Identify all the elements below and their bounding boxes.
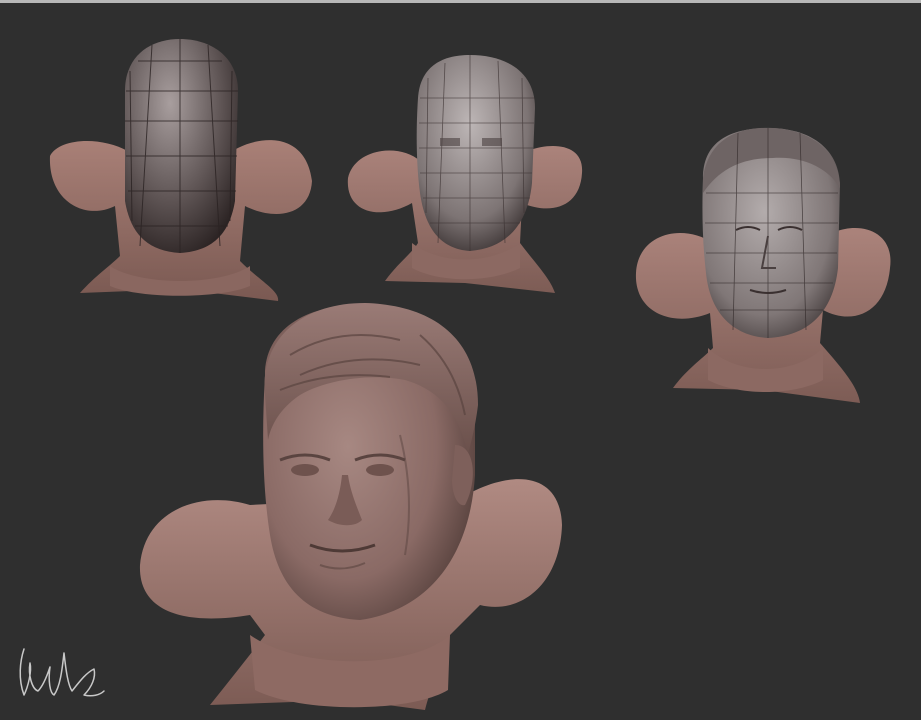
bust-stage-base-mesh[interactable]: [40, 31, 320, 306]
bust-base-mesh-graphic: [49, 39, 313, 301]
bust-blocked-face-graphic: [347, 55, 583, 293]
bust-final-sculpt-graphic: [139, 303, 562, 710]
viewport-canvas[interactable]: [0, 0, 921, 720]
signature-graphic: [19, 648, 105, 697]
artist-signature: [14, 641, 106, 705]
head-shape: [416, 55, 535, 251]
bust-refined-face-graphic: [635, 127, 891, 403]
bust-stage-blocked-face[interactable]: [340, 43, 590, 303]
bust-stage-refined-face[interactable]: [628, 118, 903, 408]
bust-stage-final-sculpt[interactable]: [130, 295, 570, 715]
